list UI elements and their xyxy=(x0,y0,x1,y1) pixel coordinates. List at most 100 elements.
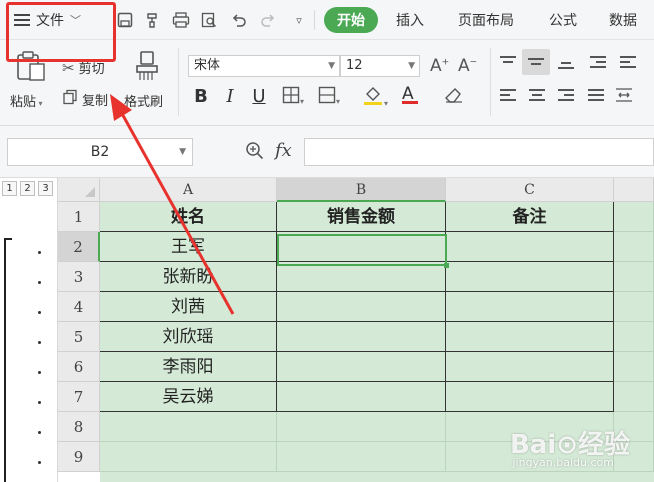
paste-label: 粘贴 xyxy=(10,95,37,110)
justify-icon[interactable] xyxy=(586,88,606,104)
watermark-url: jingyan.baidu.com xyxy=(512,456,614,469)
zoom-search-icon[interactable] xyxy=(245,141,265,165)
row-header-9[interactable]: 9 xyxy=(58,442,100,472)
cell-c5[interactable] xyxy=(446,322,614,352)
cell-c4[interactable] xyxy=(446,292,614,322)
format-painter-icon[interactable] xyxy=(134,50,162,82)
format-brush-icon[interactable] xyxy=(142,9,164,31)
cell-a1[interactable]: 姓名 xyxy=(100,202,277,232)
cell-a3[interactable]: 张新盼 xyxy=(100,262,277,292)
cell-b7[interactable] xyxy=(277,382,446,412)
cell-a4[interactable]: 刘茜 xyxy=(100,292,277,322)
outline-level-1-button[interactable]: 1 xyxy=(2,181,17,196)
font-name-select[interactable]: 宋体 ▼ xyxy=(188,55,340,77)
row-header-7[interactable]: 7 xyxy=(58,382,100,412)
redo-icon[interactable] xyxy=(257,9,279,31)
cell-c1[interactable]: 备注 xyxy=(446,202,614,232)
align-bottom-icon[interactable] xyxy=(556,56,576,72)
undo-icon[interactable] xyxy=(228,9,250,31)
cell-b3[interactable] xyxy=(277,262,446,292)
cell-d5[interactable] xyxy=(614,322,654,352)
tab-formulas[interactable]: 公式 xyxy=(549,10,577,30)
cell-c6[interactable] xyxy=(446,352,614,382)
cell-b1[interactable]: 销售金额 xyxy=(277,202,446,232)
align-top-icon[interactable] xyxy=(498,54,518,70)
cell-a8[interactable] xyxy=(100,412,277,442)
clear-format-icon[interactable] xyxy=(444,86,464,108)
tab-home[interactable]: 开始 xyxy=(324,7,378,33)
paste-button[interactable]: 粘贴 ▾ xyxy=(10,91,43,110)
cell-c3[interactable] xyxy=(446,262,614,292)
customize-toolbar-icon[interactable]: ▿ xyxy=(288,9,310,31)
active-cell-b2[interactable] xyxy=(277,234,449,268)
borders-icon[interactable]: ▾ xyxy=(282,86,304,108)
cell-b8[interactable] xyxy=(277,412,446,442)
align-right-icon[interactable] xyxy=(556,88,576,104)
align-middle-button[interactable] xyxy=(522,49,550,75)
print-preview-icon[interactable] xyxy=(198,9,220,31)
row-header-4[interactable]: 4 xyxy=(58,292,100,322)
cell-a5[interactable]: 刘欣瑶 xyxy=(100,322,277,352)
insert-function-button[interactable]: fx xyxy=(275,140,292,161)
cell-b5[interactable] xyxy=(277,322,446,352)
cell-d3[interactable] xyxy=(614,262,654,292)
increase-font-icon[interactable]: A+ xyxy=(430,56,449,76)
bold-button[interactable]: B xyxy=(191,86,211,107)
select-all-button[interactable] xyxy=(58,178,100,202)
name-box[interactable]: B2 ▼ xyxy=(7,138,193,166)
formula-input[interactable] xyxy=(304,138,654,166)
distributed-align-icon[interactable] xyxy=(614,86,634,102)
chevron-down-icon: ▼ xyxy=(179,147,186,157)
decrease-font-icon[interactable]: A− xyxy=(458,56,477,76)
align-center-icon[interactable] xyxy=(527,88,547,104)
tab-insert[interactable]: 插入 xyxy=(396,10,424,30)
cell-a7[interactable]: 吴云娣 xyxy=(100,382,277,412)
save-icon[interactable] xyxy=(114,9,136,31)
cell-b4[interactable] xyxy=(277,292,446,322)
row-header-5[interactable]: 5 xyxy=(58,322,100,352)
decrease-indent-icon[interactable] xyxy=(588,54,608,70)
outline-dot xyxy=(38,311,41,314)
increase-indent-icon[interactable] xyxy=(618,54,638,70)
align-left-icon[interactable] xyxy=(498,88,518,104)
cell-c2[interactable] xyxy=(446,232,614,262)
font-size-select[interactable]: 12 ▼ xyxy=(340,55,420,77)
name-box-value: B2 xyxy=(90,144,110,160)
cell-c7[interactable] xyxy=(446,382,614,412)
row-header-3[interactable]: 3 xyxy=(58,262,100,292)
underline-button[interactable]: U xyxy=(249,86,269,107)
format-painter-label[interactable]: 格式刷 xyxy=(124,91,163,110)
cell-d1[interactable] xyxy=(614,202,654,232)
row-header-2[interactable]: 2 xyxy=(58,232,100,262)
italic-button[interactable]: I xyxy=(220,86,240,107)
tab-page-layout[interactable]: 页面布局 xyxy=(458,10,514,30)
row-header-6[interactable]: 6 xyxy=(58,352,100,382)
cell-d2[interactable] xyxy=(614,232,654,262)
column-header-d[interactable] xyxy=(614,178,654,202)
column-header-b[interactable]: B xyxy=(277,178,446,202)
cell-d7[interactable] xyxy=(614,382,654,412)
cell-a2[interactable]: 王军 xyxy=(100,232,277,262)
font-color-icon[interactable]: A xyxy=(402,84,418,104)
cell-a6[interactable]: 李雨阳 xyxy=(100,352,277,382)
tab-data[interactable]: 数据 xyxy=(609,10,637,30)
copy-button[interactable]: 复制 xyxy=(62,89,108,109)
chevron-down-icon: ▼ xyxy=(328,61,335,71)
row-header-8[interactable]: 8 xyxy=(58,412,100,442)
fill-color-icon[interactable]: ▾ xyxy=(362,84,388,110)
ribbon-divider xyxy=(178,48,179,116)
cell-d4[interactable] xyxy=(614,292,654,322)
row-header-1[interactable]: 1 xyxy=(58,202,100,232)
outline-level-2-button[interactable]: 2 xyxy=(20,181,35,196)
outline-level-3-button[interactable]: 3 xyxy=(38,181,53,196)
cell-b9[interactable] xyxy=(277,442,446,472)
column-header-c[interactable]: C xyxy=(446,178,614,202)
merge-icon[interactable]: ▾ xyxy=(318,86,340,108)
cell-d6[interactable] xyxy=(614,352,654,382)
outline-bracket xyxy=(4,238,12,482)
print-icon[interactable] xyxy=(170,9,192,31)
outline-dot xyxy=(38,371,41,374)
cell-b6[interactable] xyxy=(277,352,446,382)
cell-a9[interactable] xyxy=(100,442,277,472)
column-header-a[interactable]: A xyxy=(100,178,277,202)
